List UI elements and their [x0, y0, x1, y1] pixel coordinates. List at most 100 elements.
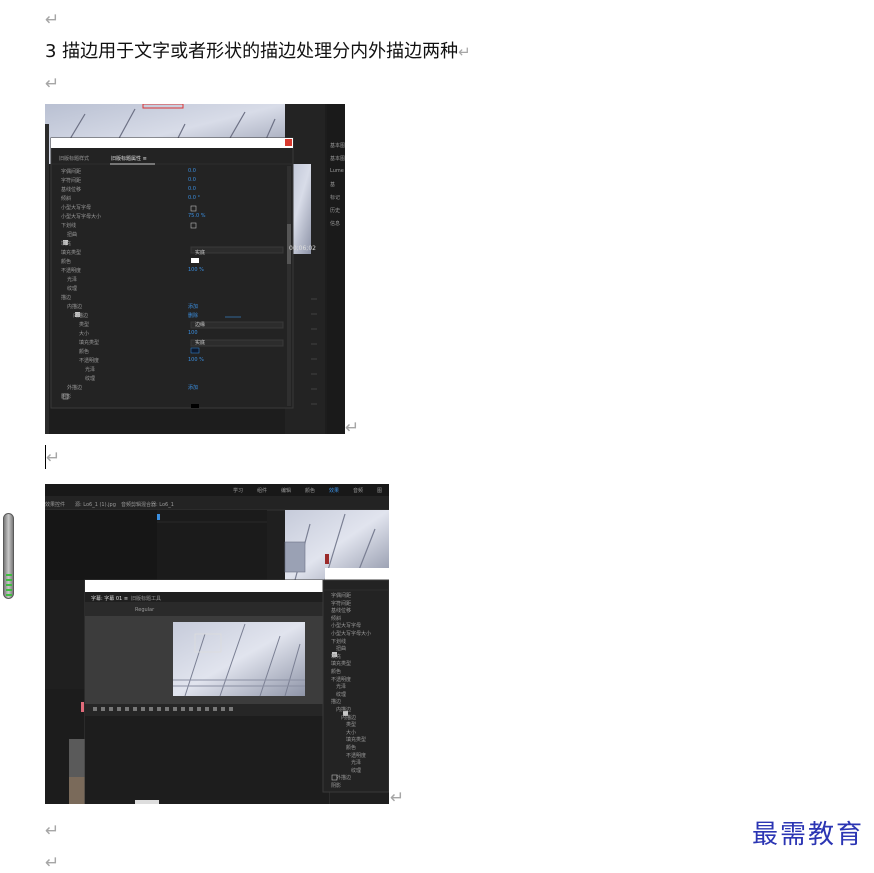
paragraph-mark: ↵	[390, 788, 405, 808]
side-panel-label: 信息	[330, 221, 341, 227]
property-label: 颜色	[331, 669, 342, 675]
property-label: 颜色	[79, 349, 90, 355]
property-label: 下划线	[331, 638, 347, 645]
property-value[interactable]: 添加	[188, 384, 198, 391]
paragraph-mark: ↵	[45, 821, 60, 841]
paragraph-mark: ↵	[45, 74, 60, 94]
grip-line	[6, 574, 12, 576]
property-label: 字偶间距	[61, 169, 82, 175]
property-label: 纹理	[336, 691, 347, 698]
workspace-menu-item[interactable]: 效果	[329, 487, 339, 494]
paragraph-mark: ↵	[458, 43, 471, 61]
property-label: 填充类型	[79, 340, 100, 346]
property-label: 填充类型	[61, 250, 82, 256]
property-label: 不透明度	[346, 752, 367, 759]
property-label: 外描边	[336, 775, 352, 782]
property-label: 纹理	[351, 767, 362, 774]
property-label: 颜色	[61, 259, 72, 265]
property-label: 类型	[346, 722, 357, 729]
property-label: 光泽	[336, 684, 347, 691]
property-label: 倾斜	[331, 615, 342, 622]
heading-content: 3 描边用于文字或者形状的描边处理分内外描边两种	[45, 41, 459, 62]
property-label: 描边	[331, 699, 342, 706]
property-label: 大小	[346, 729, 357, 736]
property-label: 不透明度	[61, 268, 82, 274]
scroll-handle[interactable]	[3, 513, 14, 599]
workspace-menu-item[interactable]: 学习	[233, 487, 243, 494]
tab-legacy-title-tools: 旧版标题工具	[131, 596, 162, 602]
property-label: 内描边	[336, 707, 352, 713]
paragraph-mark: ↵	[345, 418, 360, 438]
property-label: 类型	[79, 322, 90, 328]
property-value[interactable]: 0.0	[188, 177, 196, 183]
property-value[interactable]: 0.0	[188, 168, 196, 174]
property-label: 填充	[61, 241, 72, 247]
grip-line	[6, 594, 12, 596]
property-label: 扭曲	[336, 646, 347, 653]
property-label: 填充类型	[331, 661, 352, 668]
screenshot-title-properties: 旧版标题样式 旧版标题属性 ≡ 00;06;02 字偶间距 0.0 字符间距 0.0 基…	[45, 104, 345, 434]
property-label: 字偶间距	[331, 593, 352, 599]
paragraph-mark: ↵	[46, 448, 61, 468]
property-label: 内描边	[73, 313, 89, 319]
workspace-menu-item[interactable]: 编辑	[281, 487, 291, 494]
property-label: 小型大写字母大小	[331, 631, 372, 637]
property-value[interactable]: 100	[188, 330, 198, 336]
property-label: 光泽	[67, 277, 78, 283]
tab-legacy-title-styles: 旧版标题样式	[59, 156, 90, 162]
side-panel-label: Lume	[330, 168, 344, 174]
workspace-menu-item[interactable]: 颜色	[305, 487, 315, 494]
property-label: 字符间距	[61, 178, 82, 184]
property-label: 扭曲	[67, 232, 78, 238]
screenshot-premiere-workspace: 学习 组件 编辑 颜色 效果 音频图 效果控件 源: Lo6_1 (1).jpg 音频剪辑混合…	[45, 484, 389, 804]
grip-line	[6, 589, 12, 591]
property-value[interactable]: 100 %	[188, 357, 204, 363]
property-label: 颜色	[346, 745, 357, 751]
property-label: 大小	[79, 331, 90, 337]
property-label: 内描边	[341, 714, 357, 721]
panel-tab[interactable]: 源: Lo6_1 (1).jpg	[75, 501, 116, 508]
side-panel-label: 基	[330, 182, 336, 188]
property-value[interactable]: 添加	[188, 303, 198, 310]
property-label: 基线位移	[331, 608, 352, 615]
workspace-menu-item[interactable]: 组件	[257, 487, 267, 494]
panel-tab[interactable]: 音频剪辑混合器: Lo6_1	[121, 501, 174, 508]
property-value[interactable]: 边缘	[195, 321, 205, 328]
font-style-field: Regular	[135, 607, 155, 613]
property-label: 阴影	[61, 394, 72, 400]
tab-title-editor: 字幕: 字幕 01 ≡	[91, 596, 129, 602]
property-value[interactable]: 0.0	[188, 186, 196, 192]
property-label: 字符间距	[331, 600, 352, 607]
property-label: 小型大写字母大小	[61, 214, 102, 220]
property-value[interactable]: 75.0 %	[188, 213, 205, 219]
property-value[interactable]: 实底	[195, 249, 205, 256]
paragraph-mark: ↵	[45, 10, 60, 30]
property-label: 不透明度	[331, 676, 352, 683]
property-label: 填充类型	[346, 737, 367, 744]
property-label: 纹理	[67, 286, 78, 292]
grip-line	[6, 584, 12, 586]
property-label: 纹理	[85, 376, 96, 382]
paragraph-mark: ↵	[45, 853, 60, 873]
property-label: 描边	[61, 295, 72, 301]
heading-text: 3 描边用于文字或者形状的描边处理分内外描边两种↵	[45, 40, 471, 64]
property-value[interactable]: 实底	[195, 339, 205, 346]
property-label: 光泽	[85, 367, 96, 373]
watermark-logo: 最需教育	[752, 820, 865, 850]
panel-tab[interactable]: 效果控件	[45, 501, 65, 508]
property-value[interactable]: 0.0 °	[188, 195, 200, 201]
property-value[interactable]: 删除	[188, 312, 198, 319]
timecode: 00;06;02	[289, 245, 316, 252]
property-label: 基线位移	[61, 187, 82, 193]
property-label: 光泽	[351, 760, 362, 767]
property-label: 小型大写字母	[61, 205, 92, 211]
property-label: 内描边	[67, 304, 83, 310]
property-label: 填充	[331, 653, 342, 660]
property-label: 倾斜	[61, 196, 72, 202]
property-label: 外描边	[67, 385, 83, 391]
property-label: 不透明度	[79, 358, 100, 364]
workspace-menu-item[interactable]: 图	[377, 487, 382, 494]
property-value[interactable]: 100 %	[188, 267, 204, 273]
grip-line	[6, 579, 12, 581]
workspace-menu-item[interactable]: 音频	[353, 487, 363, 494]
